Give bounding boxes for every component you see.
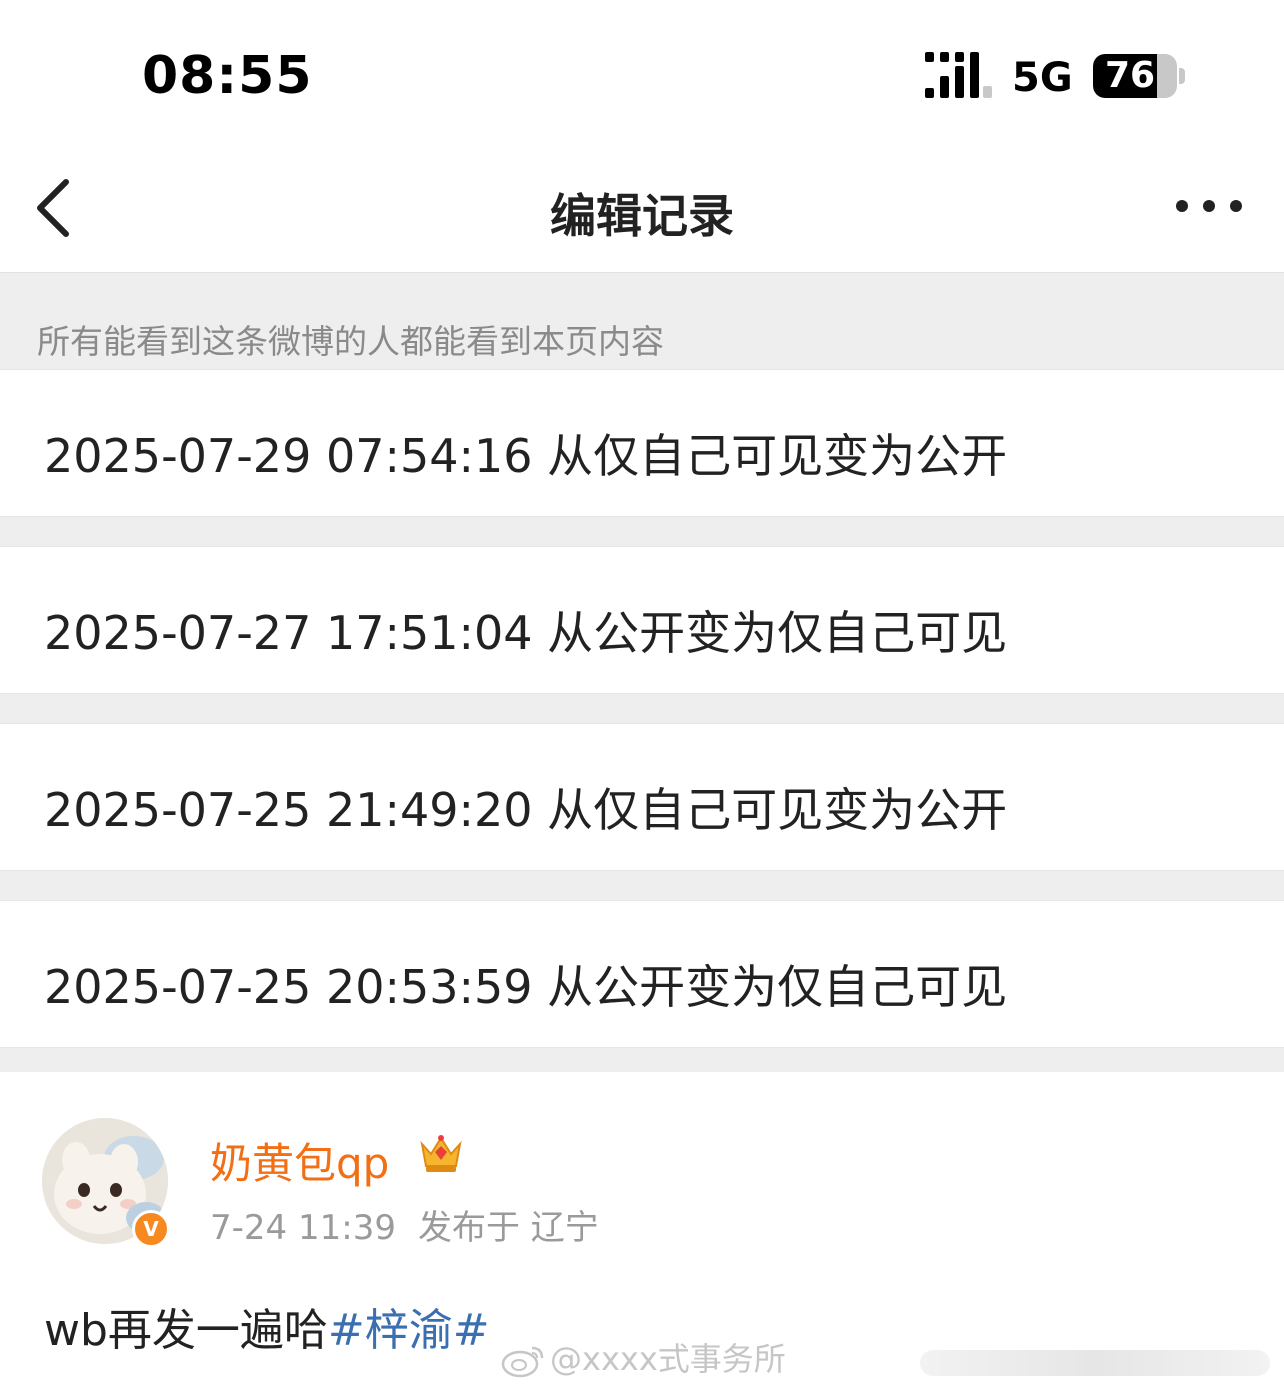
- battery-tip: [1179, 68, 1185, 84]
- edit-record: 2025-07-25 21:49:20 从仅自己可见变为公开: [0, 723, 1284, 871]
- post-text: wb再发一遍哈: [44, 1305, 328, 1356]
- edit-record-text: 2025-07-25 21:49:20 从仅自己可见变为公开: [44, 783, 1008, 837]
- weibo-logo-icon: [501, 1346, 544, 1378]
- post-card[interactable]: V 奶黄包qp 7-24 11:39 发布于 辽宁 wb再发一遍哈#梓渝# @xx…: [0, 1072, 1284, 1384]
- hashtag-link[interactable]: #梓渝#: [328, 1305, 490, 1356]
- signal-icon: [925, 52, 993, 98]
- edit-record: 2025-07-25 20:53:59 从公开变为仅自己可见: [0, 900, 1284, 1048]
- divider: [0, 1048, 1284, 1072]
- post-meta: 7-24 11:39 发布于 辽宁: [210, 1200, 599, 1249]
- watermark: @xxxx式事务所: [500, 1334, 786, 1380]
- post-time: 7-24 11:39: [210, 1208, 396, 1248]
- status-bar: 08:55 5G 76: [0, 0, 1284, 150]
- battery-icon: 76: [1093, 54, 1177, 98]
- edit-record: 2025-07-27 17:51:04 从公开变为仅自己可见: [0, 546, 1284, 694]
- post-location: 发布于 辽宁: [417, 1208, 599, 1248]
- battery-level: 76: [1104, 55, 1156, 96]
- network-type: 5G: [1012, 55, 1073, 101]
- visibility-notice: 所有能看到这条微博的人都能看到本页内容: [0, 272, 1284, 370]
- edit-record-text: 2025-07-25 20:53:59 从公开变为仅自己可见: [44, 960, 1008, 1014]
- username[interactable]: 奶黄包qp: [210, 1130, 389, 1191]
- edit-record-text: 2025-07-29 07:54:16 从仅自己可见变为公开: [44, 429, 1008, 483]
- edit-record: 2025-07-29 07:54:16 从仅自己可见变为公开: [0, 369, 1284, 517]
- divider: [0, 517, 1284, 546]
- post-body: wb再发一遍哈#梓渝#: [44, 1294, 490, 1358]
- status-time: 08:55: [142, 46, 313, 106]
- more-horizontal-icon[interactable]: [1172, 194, 1246, 218]
- nav-bar: 编辑记录: [0, 150, 1284, 272]
- notice-text: 所有能看到这条微博的人都能看到本页内容: [37, 322, 664, 361]
- verified-badge: V: [132, 1210, 170, 1248]
- page-title: 编辑记录: [550, 189, 734, 243]
- crown-icon[interactable]: [418, 1130, 464, 1176]
- obscured-area: [920, 1350, 1270, 1376]
- divider: [0, 694, 1284, 723]
- watermark-text: @xxxx式事务所: [550, 1340, 786, 1378]
- edit-record-text: 2025-07-27 17:51:04 从公开变为仅自己可见: [44, 606, 1008, 660]
- divider: [0, 871, 1284, 900]
